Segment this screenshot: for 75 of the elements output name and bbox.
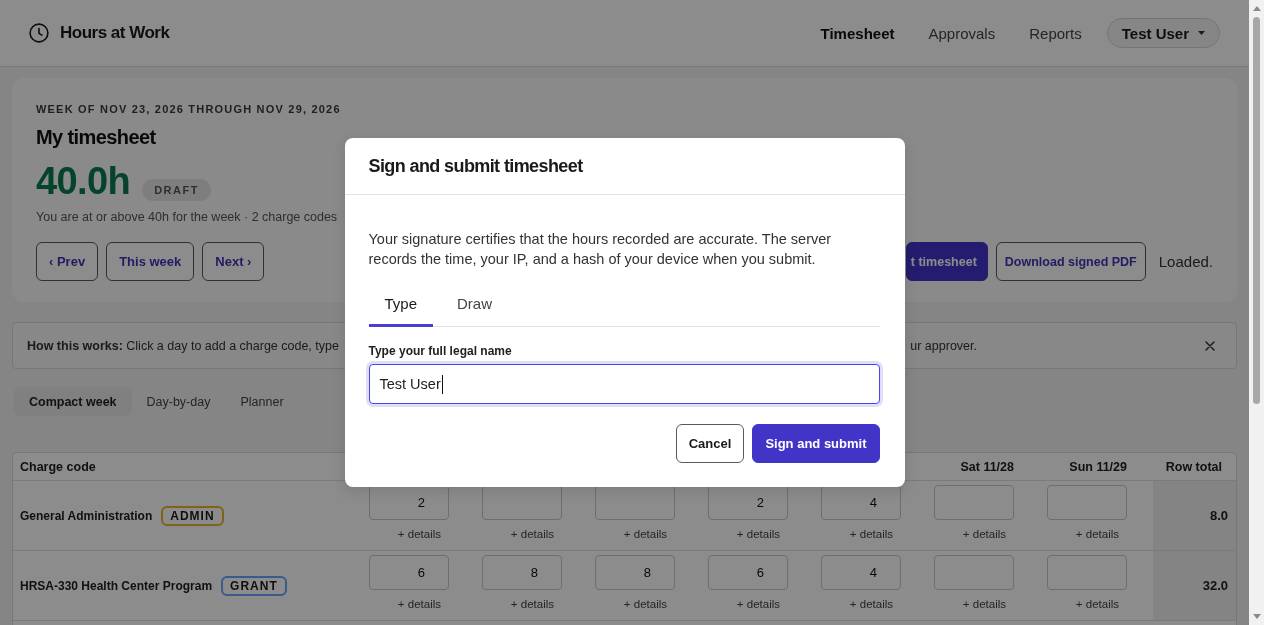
hours-input[interactable] bbox=[934, 555, 1014, 590]
details-link[interactable]: + details bbox=[623, 597, 667, 611]
hours-input[interactable]: 8 bbox=[482, 555, 562, 590]
hours-note: You are at or above 40h for the week · 2 charge codes bbox=[36, 209, 339, 225]
view-tab[interactable]: Planner bbox=[225, 387, 299, 416]
nav-link[interactable]: Reports bbox=[1029, 24, 1082, 42]
dialog-button[interactable]: Sign and submit bbox=[752, 424, 880, 463]
hours-input[interactable] bbox=[1047, 555, 1127, 590]
hours-input[interactable] bbox=[482, 485, 562, 520]
details-link[interactable]: + details bbox=[849, 527, 893, 541]
details-link[interactable]: + details bbox=[1075, 527, 1119, 541]
nav-link[interactable]: Approvals bbox=[928, 24, 996, 42]
hours-input[interactable]: 4 bbox=[821, 485, 901, 520]
name-input[interactable]: Test User bbox=[368, 364, 880, 404]
charge-code-name: General Administration bbox=[20, 508, 153, 523]
nav-link[interactable]: Timesheet bbox=[820, 24, 895, 42]
action-button[interactable]: Download signed PDF bbox=[995, 242, 1146, 281]
charge-code-tag: GRANT bbox=[221, 575, 287, 596]
week-nav-button[interactable]: Next › bbox=[202, 242, 265, 281]
text-cursor-icon bbox=[441, 374, 443, 394]
signature-tab[interactable]: Type bbox=[368, 283, 434, 327]
hours-input[interactable]: 8 bbox=[595, 555, 675, 590]
load-status: Loaded. bbox=[1158, 253, 1213, 270]
column-header: Charge code bbox=[20, 459, 96, 474]
details-link[interactable]: + details bbox=[962, 597, 1006, 611]
details-link[interactable]: + details bbox=[849, 597, 893, 611]
scrollbar-thumb[interactable] bbox=[1253, 17, 1260, 404]
hours-input[interactable] bbox=[934, 485, 1014, 520]
view-tab[interactable]: Compact week bbox=[14, 387, 132, 416]
week-nav-button[interactable]: This week bbox=[106, 242, 195, 281]
details-link[interactable]: + details bbox=[397, 597, 441, 611]
app-title: Hours at Work bbox=[60, 23, 170, 43]
week-nav-button[interactable]: ‹ Prev bbox=[36, 242, 99, 281]
field-label: Type your full legal name bbox=[368, 343, 513, 359]
hours-input[interactable]: 6 bbox=[369, 555, 449, 590]
hours-input[interactable]: 2 bbox=[708, 485, 788, 520]
charge-code-name: HRSA-330 Health Center Program bbox=[20, 578, 213, 593]
row-total-cell: 8.0 bbox=[1153, 481, 1236, 551]
close-icon bbox=[1205, 340, 1215, 351]
signature-tab[interactable]: Draw bbox=[441, 283, 509, 327]
clock-icon bbox=[29, 23, 49, 43]
action-button[interactable]: t timesheet bbox=[905, 242, 988, 281]
column-header: Sat 11/28 bbox=[960, 459, 1014, 474]
details-link[interactable]: + details bbox=[962, 527, 1006, 541]
caret-icon bbox=[1198, 31, 1205, 35]
arrow-up-icon[interactable] bbox=[1252, 6, 1261, 11]
hours-input[interactable]: 4 bbox=[821, 555, 901, 590]
status-badge: DRAFT bbox=[142, 179, 211, 201]
column-header: Row total bbox=[1165, 459, 1222, 474]
dialog-message: Your signature certifies that the hours recorded are accurate. The server records the time, your IP, and a hash of your device when you submit. bbox=[368, 230, 833, 269]
details-link[interactable]: + details bbox=[736, 527, 780, 541]
details-link[interactable]: + details bbox=[510, 527, 554, 541]
details-link[interactable]: + details bbox=[1075, 597, 1119, 611]
info-text: ur approver. bbox=[910, 338, 977, 353]
info-text: How this works: Click a day to add a charge code, type bbox=[27, 338, 339, 353]
column-header: Sun 11/29 bbox=[1069, 459, 1127, 474]
view-tab[interactable]: Day-by-day bbox=[131, 387, 226, 416]
arrow-down-icon[interactable] bbox=[1252, 614, 1261, 619]
hours-input[interactable]: 6 bbox=[708, 555, 788, 590]
hours-input[interactable] bbox=[595, 485, 675, 520]
details-link[interactable]: + details bbox=[397, 527, 441, 541]
dialog-title: Sign and submit timesheet bbox=[368, 155, 583, 177]
week-range: WEEK OF NOV 23, 2026 THROUGH NOV 29, 2026 bbox=[36, 102, 342, 116]
details-link[interactable]: + details bbox=[736, 597, 780, 611]
dialog-button[interactable]: Cancel bbox=[675, 424, 745, 463]
details-link[interactable]: + details bbox=[623, 527, 667, 541]
page-title: My timesheet bbox=[36, 125, 157, 149]
details-link[interactable]: + details bbox=[510, 597, 554, 611]
total-hours: 40.0h bbox=[36, 161, 131, 201]
charge-code-tag: ADMIN bbox=[161, 505, 224, 526]
user-menu-button[interactable]: Test User bbox=[1106, 18, 1220, 48]
hours-input[interactable] bbox=[1047, 485, 1127, 520]
scrollbar[interactable] bbox=[1249, 0, 1264, 625]
hours-input[interactable]: 2 bbox=[369, 485, 449, 520]
row-total-cell: 32.0 bbox=[1153, 551, 1236, 621]
